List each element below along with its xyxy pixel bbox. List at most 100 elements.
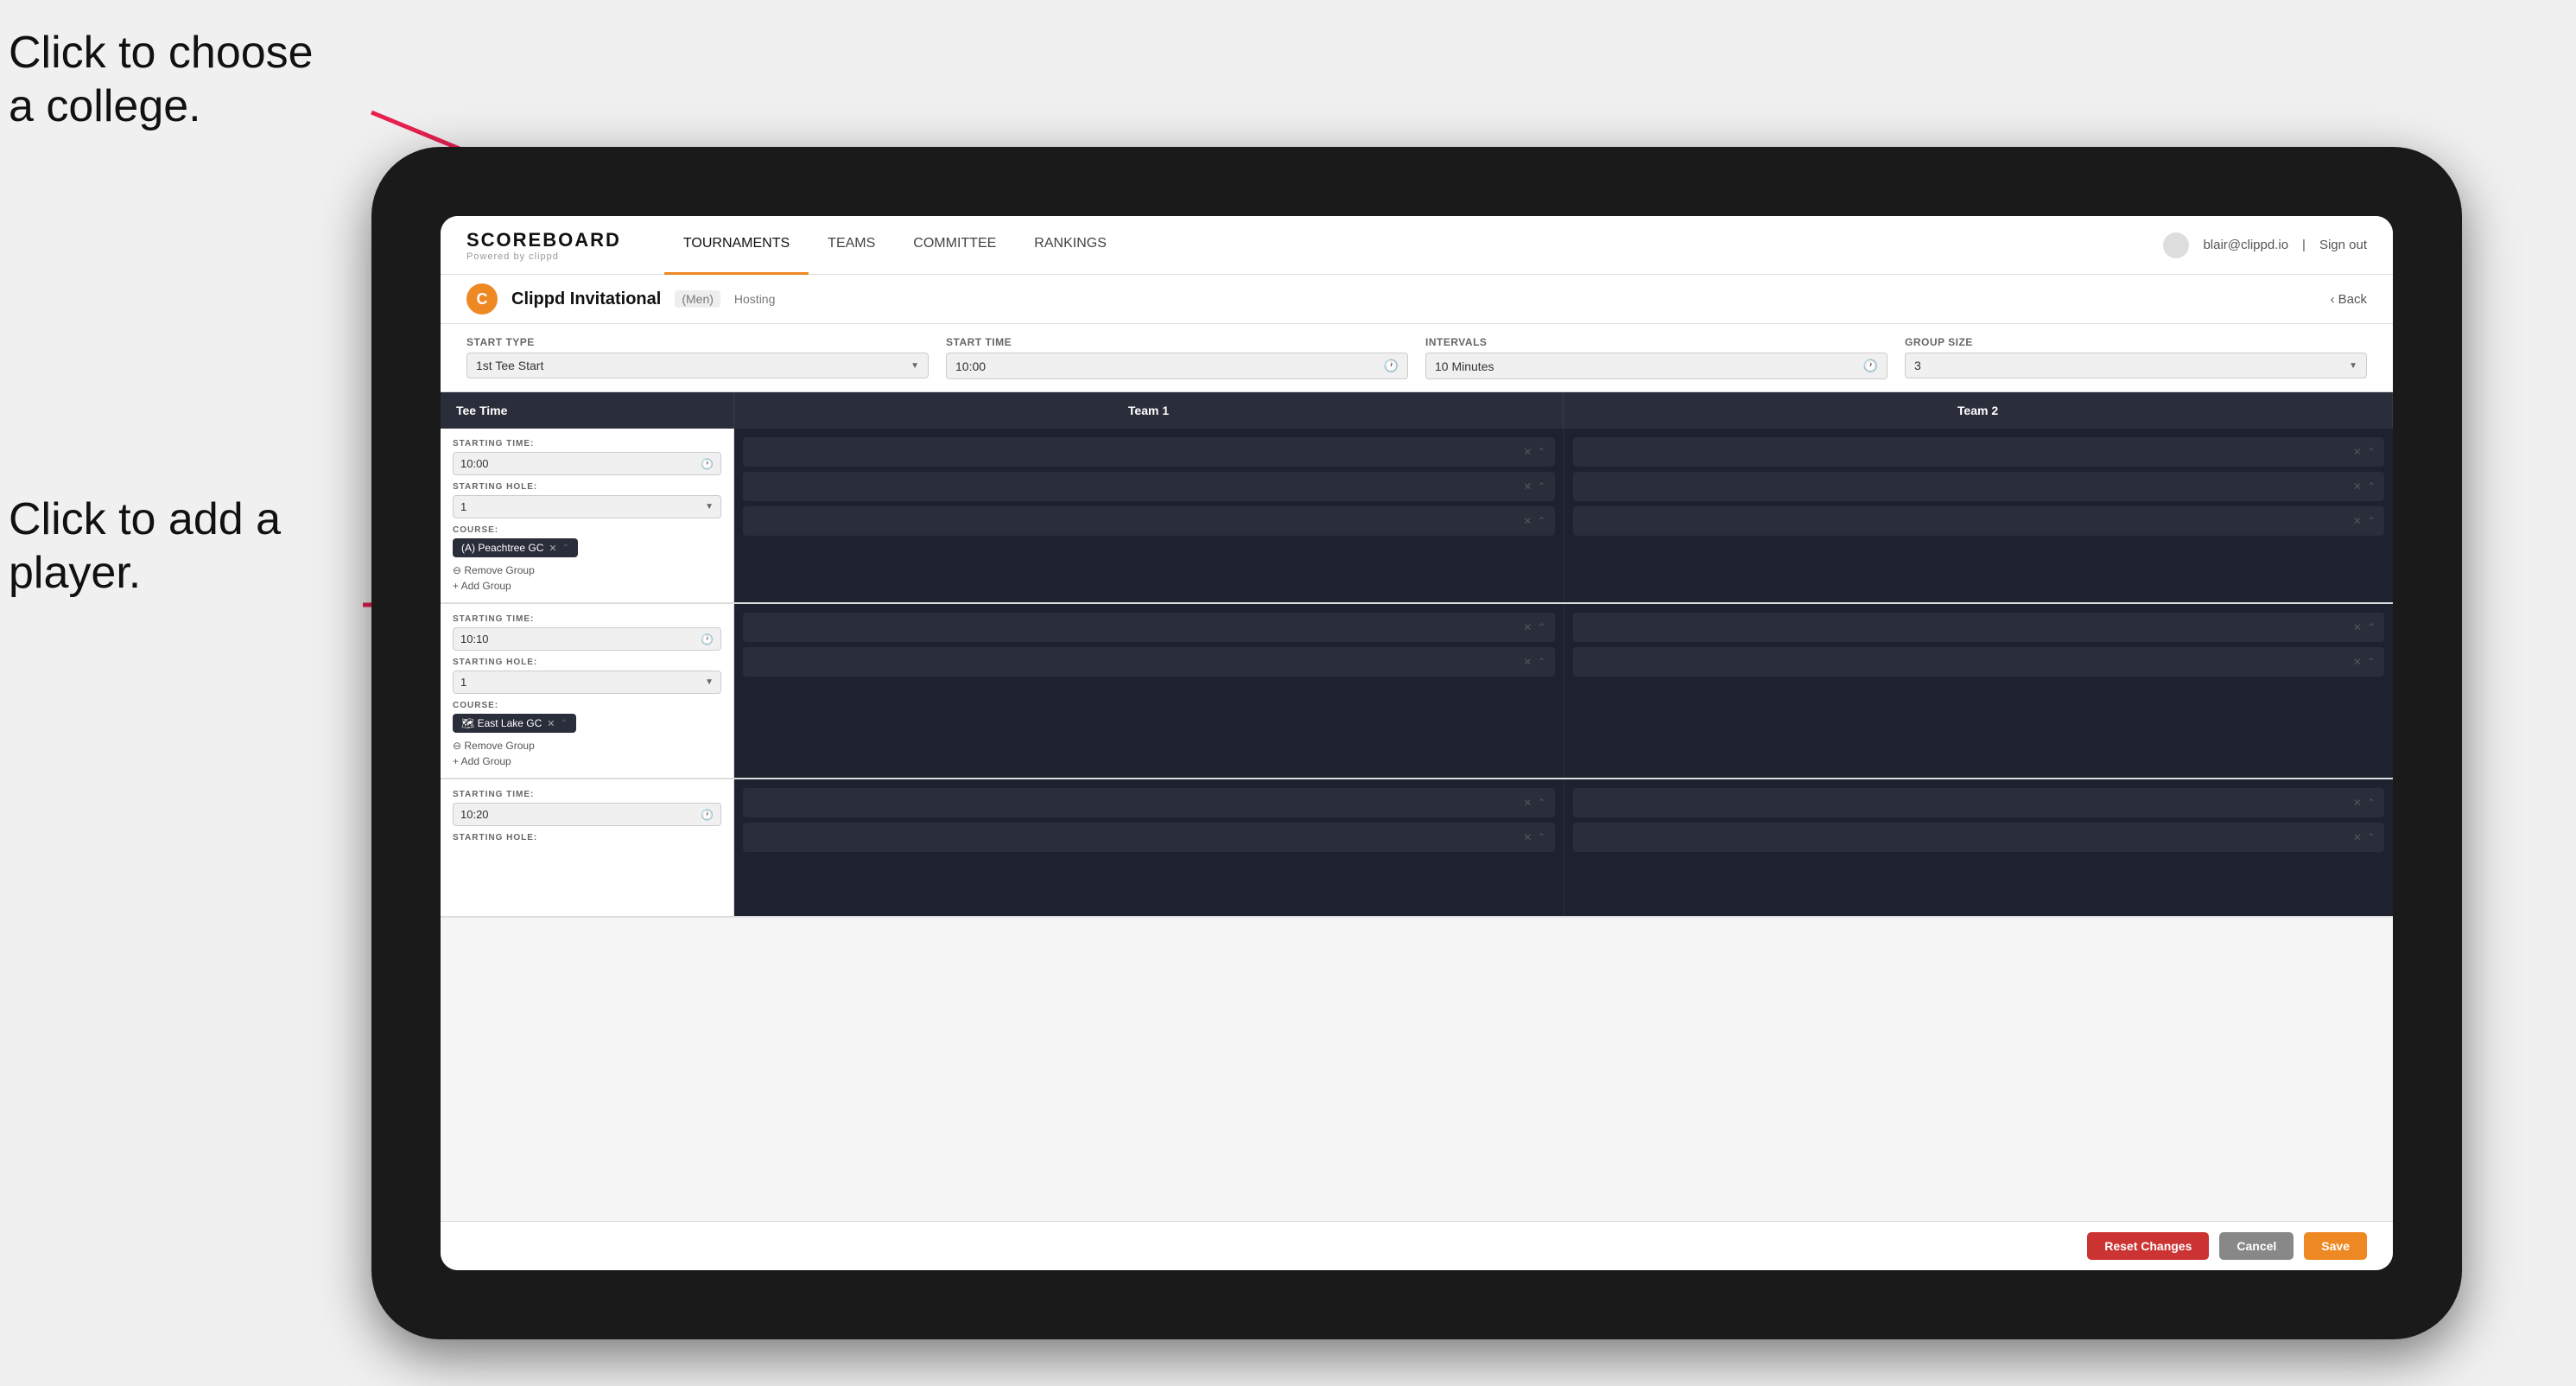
chevron-icon-14[interactable]: ⌃ xyxy=(2367,831,2376,843)
player-slot-4-1[interactable]: ✕⌃ xyxy=(1573,613,2385,642)
remove-group-1[interactable]: ⊖ Remove Group xyxy=(453,564,721,576)
sidebar-group-1: STARTING TIME: 10:00 🕐 STARTING HOLE: 1 … xyxy=(441,429,734,602)
start-type-select[interactable]: 1st Tee Start ▼ xyxy=(466,353,929,378)
chevron-icon-8[interactable]: ⌃ xyxy=(1537,656,1545,668)
remove-group-2[interactable]: ⊖ Remove Group xyxy=(453,740,721,752)
x-icon-10[interactable]: ✕ xyxy=(2353,656,2362,668)
add-group-1[interactable]: + Add Group xyxy=(453,580,721,592)
start-type-group: Start Type 1st Tee Start ▼ xyxy=(466,336,929,379)
chevron-icon-11[interactable]: ⌃ xyxy=(1537,797,1545,809)
player-slot-5-1[interactable]: ✕⌃ xyxy=(743,788,1555,817)
chevron-course-2: ⌃ xyxy=(561,719,568,728)
remove-course-2[interactable]: ✕ xyxy=(547,718,555,729)
player-slot-6-1[interactable]: ✕⌃ xyxy=(1573,788,2385,817)
team2-slots-2: ✕⌃ ✕⌃ xyxy=(1564,604,2394,778)
player-slot-2-3[interactable]: ✕ ⌃ xyxy=(1573,506,2385,536)
hosting-tag: Hosting xyxy=(734,292,775,306)
player-slot-1-1[interactable]: ✕ ⌃ xyxy=(743,437,1555,467)
player-slot-3-2[interactable]: ✕⌃ xyxy=(743,647,1555,677)
intervals-select[interactable]: 10 Minutes 🕐 xyxy=(1425,353,1888,379)
player-slot-1-3[interactable]: ✕ ⌃ xyxy=(743,506,1555,536)
chevron-down-icon: ▼ xyxy=(910,361,919,371)
tablet-frame: SCOREBOARD Powered by clippd TOURNAMENTS… xyxy=(371,147,2462,1339)
chevron-icon-2[interactable]: ⌃ xyxy=(1537,480,1545,493)
chevron-icon-12[interactable]: ⌃ xyxy=(1537,831,1545,843)
remove-course-1[interactable]: ✕ xyxy=(549,543,556,554)
save-button[interactable]: Save xyxy=(2304,1232,2367,1260)
x-icon-14[interactable]: ✕ xyxy=(2353,831,2362,843)
clock-icon-2: 🕐 xyxy=(1863,359,1878,373)
starting-hole-input-2[interactable]: 1 ▼ xyxy=(453,671,721,694)
chevron-icon[interactable]: ⌃ xyxy=(1537,446,1545,458)
sign-out-link[interactable]: Sign out xyxy=(2319,238,2367,252)
chevron-icon-7[interactable]: ⌃ xyxy=(1537,621,1545,633)
slot-icons-2-3: ✕ ⌃ xyxy=(2353,515,2376,527)
start-time-group: Start Time 10:00 🕐 xyxy=(946,336,1408,379)
player-slot-5-2[interactable]: ✕⌃ xyxy=(743,823,1555,852)
cancel-button[interactable]: Cancel xyxy=(2219,1232,2294,1260)
nav-link-rankings[interactable]: RANKINGS xyxy=(1015,216,1126,275)
nav-link-teams[interactable]: TEAMS xyxy=(809,216,894,275)
starting-time-input-3[interactable]: 10:20 🕐 xyxy=(453,803,721,826)
slot-icons-1-1: ✕ ⌃ xyxy=(1523,446,1545,458)
starting-hole-label-3: STARTING HOLE: xyxy=(453,833,721,842)
chevron-icon-4[interactable]: ⌃ xyxy=(2367,446,2376,458)
starting-time-input-1[interactable]: 10:00 🕐 xyxy=(453,452,721,475)
x-icon-3[interactable]: ✕ xyxy=(1523,515,1532,527)
chevron-icon-hole-1: ▼ xyxy=(705,502,714,512)
nav-link-tournaments[interactable]: TOURNAMENTS xyxy=(664,216,809,275)
back-button[interactable]: ‹ Back xyxy=(2331,292,2367,307)
player-slot-6-2[interactable]: ✕⌃ xyxy=(1573,823,2385,852)
table-row: STARTING TIME: 10:20 🕐 STARTING HOLE: ✕⌃… xyxy=(441,779,2393,918)
x-icon-9[interactable]: ✕ xyxy=(2353,621,2362,633)
logo-circle: C xyxy=(466,283,498,315)
starting-time-label-2: STARTING TIME: xyxy=(453,614,721,624)
player-slot-2-2[interactable]: ✕ ⌃ xyxy=(1573,472,2385,501)
sub-header: C Clippd Invitational (Men) Hosting ‹ Ba… xyxy=(441,275,2393,324)
sidebar-group-3: STARTING TIME: 10:20 🕐 STARTING HOLE: xyxy=(441,779,734,916)
x-icon-11[interactable]: ✕ xyxy=(1523,797,1532,809)
x-icon-12[interactable]: ✕ xyxy=(1523,831,1532,843)
th-tee-time: Tee Time xyxy=(441,392,734,429)
user-avatar xyxy=(2163,232,2189,258)
scroll-area[interactable]: STARTING TIME: 10:00 🕐 STARTING HOLE: 1 … xyxy=(441,429,2393,1221)
x-icon-5[interactable]: ✕ xyxy=(2353,480,2362,493)
player-slot-3-1[interactable]: ✕⌃ xyxy=(743,613,1555,642)
chevron-icon-5[interactable]: ⌃ xyxy=(2367,480,2376,493)
x-icon[interactable]: ✕ xyxy=(1523,446,1532,458)
course-badge-2: 🗺 East Lake GC ✕ ⌃ xyxy=(453,714,721,733)
chevron-icon-9[interactable]: ⌃ xyxy=(2367,621,2376,633)
starting-time-label-3: STARTING TIME: xyxy=(453,790,721,799)
tablet-screen: SCOREBOARD Powered by clippd TOURNAMENTS… xyxy=(441,216,2393,1270)
chevron-icon-6[interactable]: ⌃ xyxy=(2367,515,2376,527)
brand-title: SCOREBOARD xyxy=(466,229,621,251)
x-icon-2[interactable]: ✕ xyxy=(1523,480,1532,493)
team1-slots-2: ✕⌃ ✕⌃ xyxy=(734,604,1564,778)
chevron-icon-3[interactable]: ⌃ xyxy=(1537,515,1545,527)
x-icon-8[interactable]: ✕ xyxy=(1523,656,1532,668)
reset-changes-button[interactable]: Reset Changes xyxy=(2087,1232,2209,1260)
group-size-select[interactable]: 3 ▼ xyxy=(1905,353,2367,378)
course-label-2: COURSE: xyxy=(453,701,721,710)
nav-link-committee[interactable]: COMMITTEE xyxy=(894,216,1015,275)
action-links-1: ⊖ Remove Group + Add Group xyxy=(453,564,721,592)
starting-hole-input-1[interactable]: 1 ▼ xyxy=(453,495,721,518)
player-slot-2-1[interactable]: ✕ ⌃ xyxy=(1573,437,2385,467)
x-icon-13[interactable]: ✕ xyxy=(2353,797,2362,809)
brand-sub: Powered by clippd xyxy=(466,251,621,262)
course-badge-1: (A) Peachtree GC ✕ ⌃ xyxy=(453,538,721,557)
annotation-bottom: Click to add a player. xyxy=(9,493,302,601)
chevron-icon-13[interactable]: ⌃ xyxy=(2367,797,2376,809)
slot-icons-1-2: ✕ ⌃ xyxy=(1523,480,1545,493)
x-icon-6[interactable]: ✕ xyxy=(2353,515,2362,527)
player-slot-4-2[interactable]: ✕⌃ xyxy=(1573,647,2385,677)
start-time-input[interactable]: 10:00 🕐 xyxy=(946,353,1408,379)
x-icon-7[interactable]: ✕ xyxy=(1523,621,1532,633)
x-icon-4[interactable]: ✕ xyxy=(2353,446,2362,458)
chevron-icon-10[interactable]: ⌃ xyxy=(2367,656,2376,668)
player-slot-1-2[interactable]: ✕ ⌃ xyxy=(743,472,1555,501)
separator: | xyxy=(2302,238,2306,252)
add-group-2[interactable]: + Add Group xyxy=(453,755,721,767)
starting-time-input-2[interactable]: 10:10 🕐 xyxy=(453,627,721,651)
table-header-row: Tee Time Team 1 Team 2 xyxy=(441,392,2393,429)
